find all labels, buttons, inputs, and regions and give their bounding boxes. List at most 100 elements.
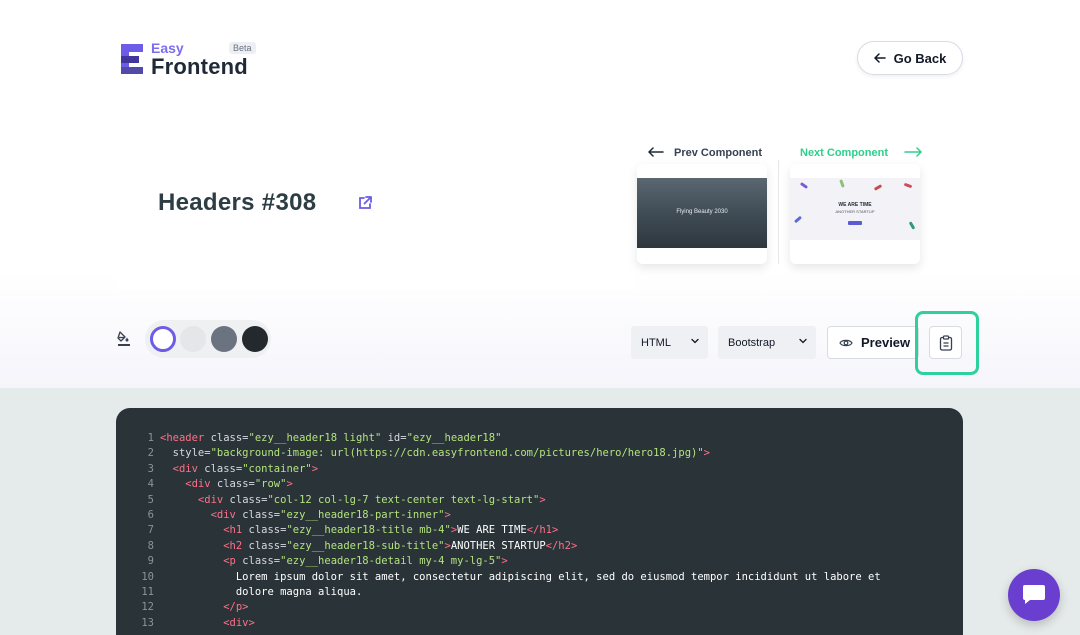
line-number: 5 (147, 493, 154, 506)
code-token: "col-12 col-lg-7 text-center text-lg-sta… (267, 493, 540, 506)
preview-label: Preview (861, 335, 911, 350)
language-select-value: HTML (641, 336, 671, 349)
code-line: 3 <div class="container"> (132, 462, 881, 477)
code-token: "ezy__header18-title mb-4" (286, 524, 451, 537)
line-number: 13 (141, 616, 154, 629)
component-title: Headers #308 (158, 189, 317, 216)
code-line: 6 <div class="ezy__header18-part-inner"> (132, 508, 881, 523)
code-lines: 1 <header class="ezy__header18 light" id=… (132, 431, 881, 631)
arrow-right-icon (904, 144, 922, 162)
code-line: 1 <header class="ezy__header18 light" id=… (132, 431, 881, 446)
code-line: 2 style="background-image: url(https://c… (132, 446, 881, 461)
line-number: 8 (147, 539, 154, 552)
code-token: <header (160, 432, 211, 444)
language-select[interactable]: HTML (631, 326, 708, 359)
code-token: Lorem ipsum dolor sit amet, consectetur … (160, 570, 881, 583)
line-number: 3 (147, 462, 154, 475)
swatch-dark[interactable] (242, 326, 268, 352)
code-token: ANOTHER STARTUP (450, 539, 546, 552)
next-component-thumbnail[interactable]: WE ARE TIME ANOTHER STARTUP (790, 164, 920, 264)
line-number: 10 (141, 570, 154, 583)
nav-divider (778, 160, 779, 264)
swatch-light-gray[interactable] (180, 326, 206, 352)
code-token: > (444, 509, 451, 522)
code-token: <p (160, 555, 243, 568)
code-token: "ezy__header18-sub-title" (286, 539, 445, 552)
copy-code-button[interactable] (929, 326, 962, 359)
code-token: id= (387, 432, 407, 444)
code-token: > (311, 462, 319, 475)
line-number: 2 (147, 447, 154, 460)
code-token: "ezy__header18-part-inner" (280, 509, 445, 522)
prev-thumbnail-text: Flying Beauty 2030 (676, 209, 728, 215)
eye-icon (839, 339, 853, 346)
line-number: 4 (147, 478, 154, 491)
code-line: 9 <p class="ezy__header18-detail my-4 my… (132, 554, 881, 569)
logo-frontend-text: Frontend (151, 54, 248, 79)
next-thumbnail-subtitle: ANOTHER STARTUP (835, 209, 875, 214)
arrow-left-icon (873, 50, 886, 66)
code-line: 10 Lorem ipsum dolor sit amet, consectet… (132, 570, 881, 585)
next-component-label: Next Component (800, 147, 888, 159)
code-line: 8 <h2 class="ezy__header18-sub-title">AN… (132, 539, 881, 554)
code-token: <h2 (160, 539, 249, 552)
line-number: 12 (141, 601, 154, 614)
paint-bucket-icon (117, 331, 131, 347)
code-token: class= (229, 493, 268, 506)
code-token: "ezy__header18 light" (248, 432, 388, 444)
code-token: "ezy__header18-detail my-4 my-lg-5" (280, 555, 502, 568)
code-token: <h1 (160, 524, 249, 537)
code-token: <div (160, 462, 205, 475)
logo[interactable]: Easy Frontend Beta (119, 40, 256, 79)
code-token: "ezy__header18" (406, 432, 502, 444)
line-number: 9 (147, 555, 154, 568)
next-component-link[interactable]: Next Component (800, 144, 922, 162)
code-token: </p> (160, 601, 249, 614)
code-line: 11 dolore magna aliqua. (132, 585, 881, 600)
code-token: "container" (242, 462, 312, 475)
swatch-gray[interactable] (211, 326, 237, 352)
go-back-label: Go Back (893, 50, 947, 66)
code-line: 5 <div class="col-12 col-lg-7 text-cente… (132, 493, 881, 508)
code-token: <div> (160, 616, 255, 629)
chat-bubble-icon (1023, 585, 1045, 604)
prev-component-thumbnail[interactable]: Flying Beauty 2030 (637, 164, 767, 264)
code-token: class= (248, 539, 287, 552)
code-token: </h1> (526, 524, 559, 537)
prev-component-label: Prev Component (674, 147, 763, 159)
code-token: "row" (254, 478, 287, 491)
preview-button[interactable]: Preview (827, 326, 919, 359)
code-token: class= (242, 509, 281, 522)
logo-mark-icon (119, 42, 145, 76)
code-token: > (703, 447, 710, 460)
code-token: <div (160, 478, 217, 491)
code-token: class= (210, 432, 249, 444)
code-token: > (286, 478, 293, 491)
next-thumbnail-title: WE ARE TIME (838, 202, 872, 208)
line-number: 11 (141, 586, 154, 599)
external-link-icon[interactable] (357, 195, 373, 211)
framework-select[interactable]: Bootstrap (718, 326, 816, 359)
swatch-white[interactable] (150, 326, 176, 352)
code-token: class= (248, 524, 287, 537)
code-token: "background-image: url(https://cdn.easyf… (210, 447, 704, 460)
line-number: 6 (147, 509, 154, 522)
next-thumbnail-image: WE ARE TIME ANOTHER STARTUP (790, 178, 920, 240)
chat-button[interactable] (1008, 569, 1060, 621)
chevron-down-icon (799, 338, 807, 344)
code-line: 7 <h1 class="ezy__header18-title mb-4">W… (132, 523, 881, 538)
arrow-left-icon (648, 144, 664, 162)
beta-badge: Beta (229, 42, 256, 54)
code-token: <div (160, 493, 230, 506)
code-token: > (539, 493, 546, 506)
line-number: 7 (147, 524, 154, 537)
code-token: class= (204, 462, 243, 475)
code-line: 4 <div class="row"> (132, 477, 881, 492)
code-token: class= (216, 478, 255, 491)
prev-component-link[interactable]: Prev Component (648, 144, 762, 162)
code-token: WE ARE TIME (457, 524, 527, 537)
code-token: style= (160, 447, 211, 460)
code-line: 13 <div> (132, 616, 881, 631)
code-line: 12 </p> (132, 600, 881, 615)
go-back-button[interactable]: Go Back (857, 41, 963, 75)
